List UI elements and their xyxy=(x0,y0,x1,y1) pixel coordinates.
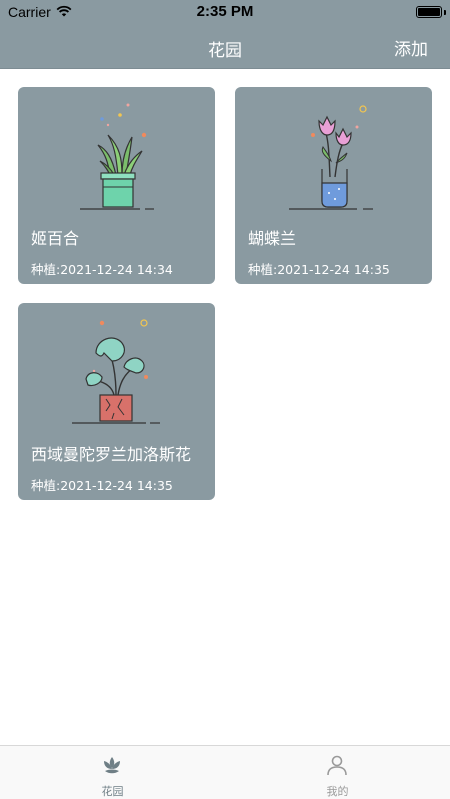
plant-card[interactable]: 蝴蝶兰 种植:2021-12-24 14:35 xyxy=(235,87,432,284)
battery-cap xyxy=(444,10,446,15)
tab-garden-label: 花园 xyxy=(101,785,124,798)
potted-aloe-icon xyxy=(80,103,154,210)
add-button[interactable]: 添加 xyxy=(394,35,428,60)
plant-date: 种植:2021-12-24 14:34 xyxy=(31,262,173,277)
tab-mine[interactable]: 我的 xyxy=(225,746,450,799)
plant-name: 西域曼陀罗兰加洛斯花 xyxy=(31,445,192,464)
tab-bar: 花园 我的 xyxy=(0,745,450,799)
plant-date: 种植:2021-12-24 14:35 xyxy=(31,478,173,493)
plant-card[interactable]: 西域曼陀罗兰加洛斯花 种植:2021-12-24 14:35 xyxy=(18,303,215,500)
flower-icon xyxy=(104,757,120,774)
tab-mine-label: 我的 xyxy=(326,785,349,798)
status-bar: Carrier 2:35 PM xyxy=(0,0,450,24)
status-time: 2:35 PM xyxy=(196,3,254,20)
plant-name: 蝴蝶兰 xyxy=(248,229,297,248)
battery-icon xyxy=(416,6,442,18)
monstera-pot-icon xyxy=(72,319,160,424)
navigation-bar: 花园 添加 xyxy=(0,24,450,69)
tab-garden[interactable]: 花园 xyxy=(0,746,225,799)
page-title: 花园 xyxy=(208,41,242,61)
plant-name: 姬百合 xyxy=(31,229,80,248)
plant-date: 种植:2021-12-24 14:35 xyxy=(248,262,390,277)
tulip-vase-icon xyxy=(289,105,373,210)
plant-card[interactable]: 姬百合 种植:2021-12-24 14:34 xyxy=(18,87,215,284)
person-icon xyxy=(327,755,347,776)
